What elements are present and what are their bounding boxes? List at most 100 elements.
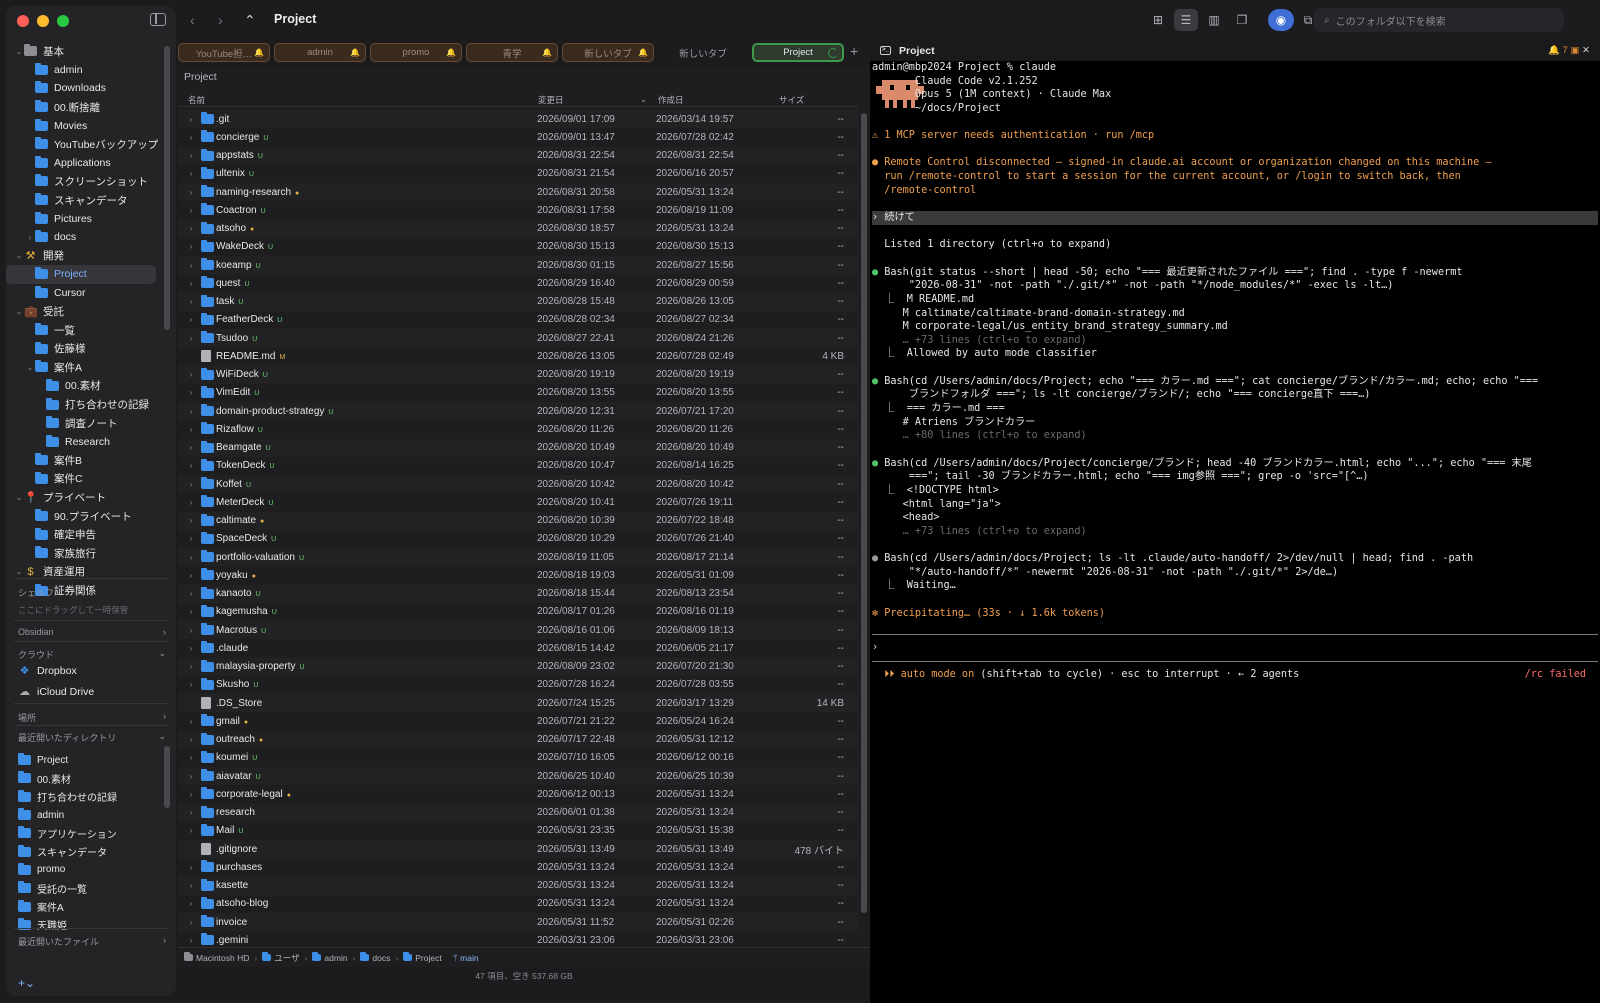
sidebar-item[interactable]: ⌄ 基本 — [6, 42, 164, 61]
file-row[interactable]: .gitignore 2026/05/31 13:49 2026/05/31 13:… — [178, 840, 858, 859]
recent-dirs-section[interactable]: 最近開いたディレクトリ ⌄ — [18, 731, 166, 744]
forward-button[interactable]: › — [218, 12, 223, 28]
disclosure-chevron-icon[interactable]: › — [186, 443, 196, 452]
disclosure-chevron-icon[interactable]: › — [186, 881, 196, 890]
tab-4[interactable]: 新しいタブ 🔔 — [562, 43, 654, 62]
sidebar-item[interactable]: › docs — [6, 228, 164, 247]
chevron-down-icon[interactable]: ⌄ — [14, 307, 24, 316]
chevron-down-icon[interactable]: ⌄ — [14, 47, 24, 56]
disclosure-chevron-icon[interactable]: › — [186, 498, 196, 507]
sidebar-item[interactable]: Pictures — [6, 209, 164, 228]
tab-6[interactable]: Project — [752, 43, 844, 62]
icon-view-button[interactable]: ⊞ — [1146, 9, 1170, 31]
sidebar-item[interactable]: 家族旅行 — [6, 544, 164, 563]
obsidian-section[interactable]: Obsidian › — [18, 627, 166, 637]
sidebar-item[interactable]: 案件B — [6, 451, 164, 470]
parent-folder-button[interactable]: ⌃ — [244, 12, 256, 29]
chevron-down-icon[interactable]: ⌄ — [14, 251, 24, 260]
file-row[interactable]: › invoice 2026/05/31 11:52 2026/05/31 02:26… — [178, 913, 858, 932]
recent-dir-item[interactable]: admin — [18, 806, 168, 824]
recent-dir-item[interactable]: アプリケーション — [18, 824, 168, 842]
sidebar-item[interactable]: 佐藤様 — [6, 340, 164, 359]
close-terminal-icon[interactable]: ✕ — [1582, 45, 1590, 56]
disclosure-chevron-icon[interactable]: › — [186, 297, 196, 306]
disclosure-chevron-icon[interactable]: › — [186, 863, 196, 872]
disclosure-chevron-icon[interactable]: › — [186, 370, 196, 379]
disclosure-chevron-icon[interactable]: › — [186, 151, 196, 160]
recent-dir-item[interactable]: Project — [18, 751, 168, 769]
file-row[interactable]: › TokenDeck U 2026/08/20 10:47 2026/08/14 16… — [178, 457, 858, 475]
column-name-header[interactable]: 名前 — [188, 94, 205, 106]
file-row[interactable]: › WakeDeck U 2026/08/30 15:13 2026/08/30 15:… — [178, 238, 858, 256]
file-row[interactable]: › yoyaku ● 2026/08/18 19:03 2026/05/31 01:09… — [178, 566, 858, 584]
file-row[interactable]: .DS_Store 2026/07/24 15:25 2026/03/17 13:2… — [178, 694, 858, 713]
sidebar-item[interactable]: Downloads — [6, 79, 164, 98]
sidebar-toggle-icon[interactable] — [150, 13, 166, 26]
column-modified-header[interactable]: 変更日 — [538, 94, 564, 106]
disclosure-chevron-icon[interactable]: › — [186, 808, 196, 817]
file-row[interactable]: › SpaceDeck U 2026/08/20 10:29 2026/07/26 21… — [178, 530, 858, 548]
disclosure-chevron-icon[interactable]: › — [186, 735, 196, 744]
sidebar-item[interactable]: Applications — [6, 154, 164, 173]
file-row[interactable]: › kanaoto U 2026/08/18 15:44 2026/08/13 23:5… — [178, 584, 858, 603]
file-list-scrollbar[interactable] — [861, 113, 867, 913]
disclosure-chevron-icon[interactable]: › — [186, 388, 196, 397]
file-row[interactable]: › portfolio-valuation U 2026/08/19 11:05 202… — [178, 548, 858, 567]
sidebar-item[interactable]: 確定申告 — [6, 525, 164, 544]
sidebar-item[interactable]: 00.断捨離 — [6, 98, 164, 117]
places-section[interactable]: 場所 › — [18, 711, 166, 724]
prompt-input[interactable]: › — [872, 641, 1598, 655]
preview-toggle-button[interactable]: ◉ — [1268, 9, 1294, 31]
file-row[interactable]: › .git 2026/09/01 17:09 2026/03/14 19:57 -- — [178, 110, 858, 129]
disclosure-chevron-icon[interactable]: › — [186, 133, 196, 142]
file-row[interactable]: › domain-product-strategy U 2026/08/20 12:3… — [178, 402, 858, 421]
disclosure-chevron-icon[interactable]: › — [186, 772, 196, 781]
file-row[interactable]: › .gemini 2026/03/31 23:06 2026/03/31 23:06… — [178, 931, 858, 948]
chevron-down-icon[interactable]: ⌄ — [14, 567, 24, 576]
file-row[interactable]: › Mail U 2026/05/31 23:35 2026/05/31 15:38 -- — [178, 822, 858, 840]
sidebar-item[interactable]: ⌄ 案件A — [6, 358, 164, 377]
sidebar-item[interactable]: Research — [6, 432, 164, 451]
terminal-notifications[interactable]: 🔔 7 ▣ ✕ — [1548, 45, 1590, 56]
sidebar-item[interactable]: スクリーンショット — [6, 172, 164, 191]
search-input[interactable]: ⌕ このフォルダ以下を検索 — [1314, 8, 1564, 32]
column-size-header[interactable]: サイズ — [779, 94, 804, 106]
disclosure-chevron-icon[interactable]: › — [186, 188, 196, 197]
recent-dir-item[interactable]: 案件A — [18, 897, 168, 915]
icloud-item[interactable]: ☁ iCloud Drive — [18, 685, 94, 699]
new-tab-button[interactable]: + — [850, 43, 858, 59]
disclosure-chevron-icon[interactable]: › — [186, 607, 196, 616]
disclosure-chevron-icon[interactable]: › — [186, 589, 196, 598]
recent-dir-item[interactable]: 打ち合わせの記録 — [18, 788, 168, 806]
file-row[interactable]: › kagemusha U 2026/08/17 01:26 2026/08/16 01… — [178, 603, 858, 621]
breadcrumb-item[interactable]: admin — [312, 952, 348, 963]
tab-5[interactable]: 新しいタブ — [658, 43, 748, 62]
file-row[interactable]: › Skusho U 2026/07/28 16:24 2026/07/28 03:55… — [178, 676, 858, 694]
tab-1[interactable]: admin 🔔 — [274, 43, 366, 62]
disclosure-chevron-icon[interactable]: › — [186, 753, 196, 762]
chevron-down-icon[interactable]: ⌄ — [14, 493, 24, 502]
sidebar-item[interactable]: 90.プライベート — [6, 507, 164, 526]
file-row[interactable]: › purchases 2026/05/31 13:24 2026/05/31 13:… — [178, 858, 858, 876]
sidebar-item[interactable]: 調査ノート — [6, 414, 164, 433]
disclosure-chevron-icon[interactable]: › — [186, 206, 196, 215]
sidebar-item[interactable]: YouTubeバックアップ — [6, 135, 164, 154]
dropbox-item[interactable]: ❖ Dropbox — [18, 664, 77, 678]
disclosure-chevron-icon[interactable]: › — [186, 334, 196, 343]
disclosure-chevron-icon[interactable]: › — [186, 680, 196, 689]
terminal-pane[interactable]: >_ Project 🔔 7 ▣ ✕ admin@mbp2024 Project… — [870, 40, 1600, 1003]
column-view-button[interactable]: ▥ — [1202, 9, 1226, 31]
file-row[interactable]: › task U 2026/08/28 15:48 2026/08/26 13:05 -- — [178, 292, 858, 311]
recent-dir-item[interactable]: 00.素材 — [18, 769, 168, 787]
sidebar-item[interactable]: 00.素材 — [6, 377, 164, 396]
file-row[interactable]: › FeatherDeck U 2026/08/28 02:34 2026/08/27 … — [178, 311, 858, 329]
disclosure-chevron-icon[interactable]: › — [186, 407, 196, 416]
disclosure-chevron-icon[interactable]: › — [186, 425, 196, 434]
disclosure-chevron-icon[interactable]: › — [186, 516, 196, 525]
breadcrumb-item[interactable]: Macintosh HD — [184, 952, 249, 963]
sidebar-item[interactable]: Movies — [6, 116, 164, 135]
disclosure-chevron-icon[interactable]: › — [186, 571, 196, 580]
add-button[interactable]: +⌄ — [18, 976, 35, 990]
file-row[interactable]: › koumei U 2026/07/10 16:05 2026/06/12 00:16… — [178, 749, 858, 767]
sidebar-item[interactable]: admin — [6, 61, 164, 80]
